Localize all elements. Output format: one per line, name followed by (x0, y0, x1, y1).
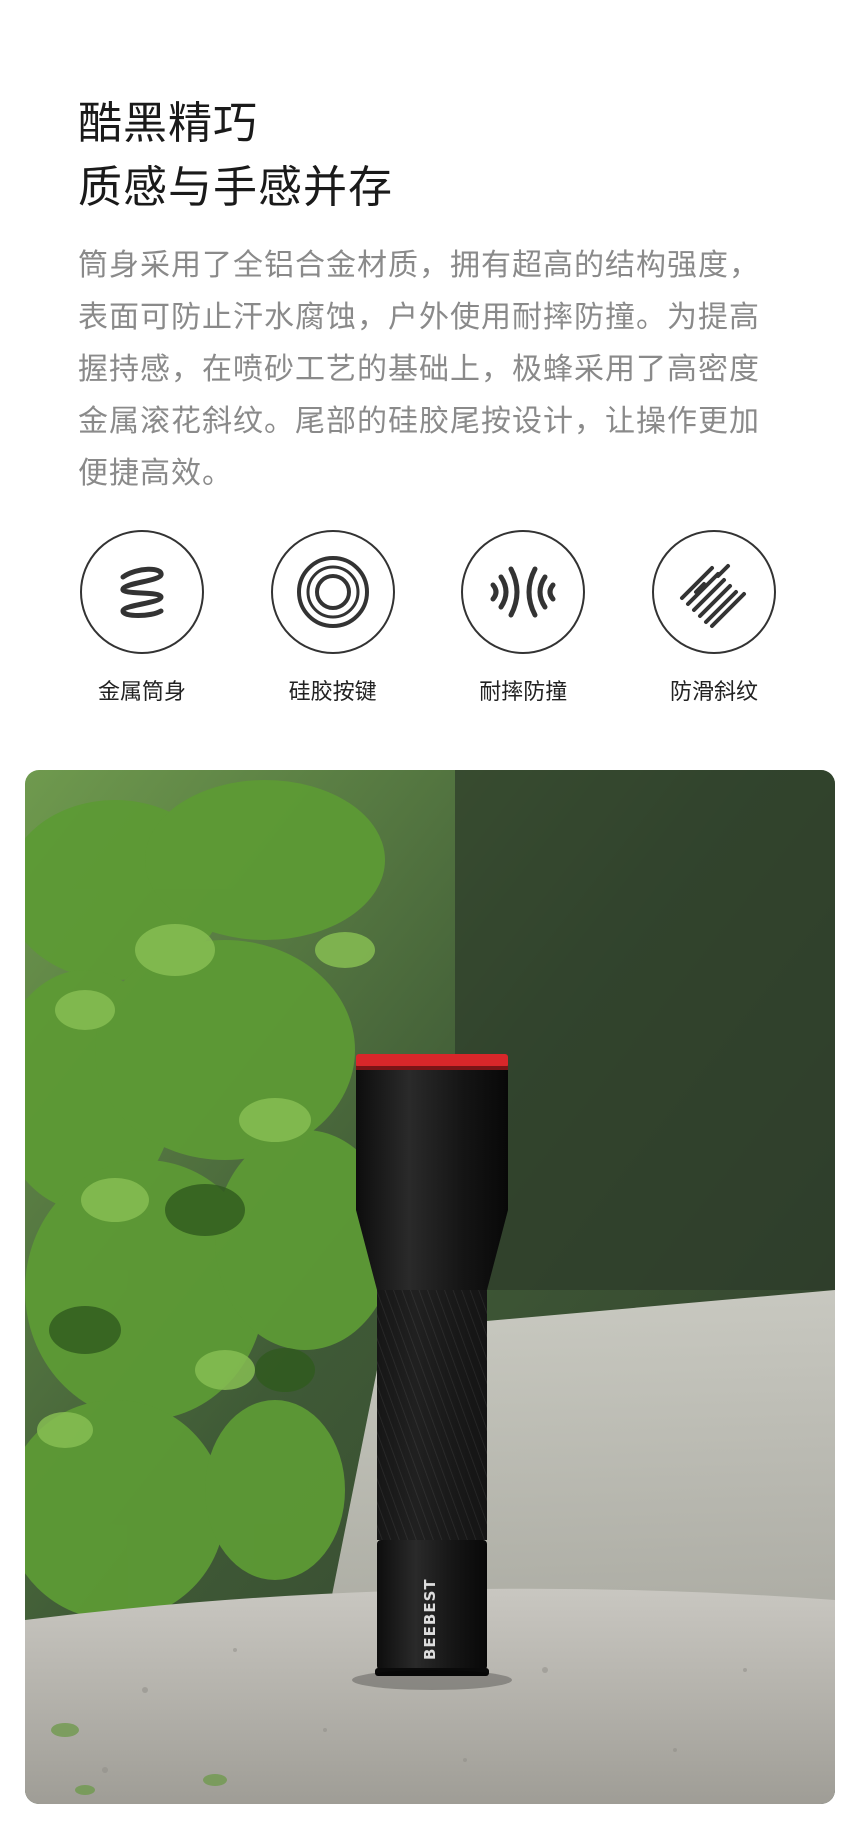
flashlight-scene-illustration: BEEBEST (25, 770, 835, 1804)
feature-list: 金属筒身 硅胶按键 耐摔防撞 防滑斜纹 (78, 530, 778, 706)
headline-line-1: 酷黑精巧 (78, 98, 258, 149)
feature-label: 金属筒身 (97, 680, 186, 705)
feature-shockproof: 耐摔防撞 (459, 530, 587, 706)
product-photo: BEEBEST (25, 770, 835, 1804)
headline: 酷黑精巧 质感与手感并存 (78, 92, 393, 220)
brand-logo: BEEBEST (421, 1578, 439, 1660)
diagonal-knurl-icon (651, 530, 776, 654)
feature-label: 硅胶按键 (288, 680, 377, 705)
feature-silicone-button: 硅胶按键 (269, 530, 397, 706)
shock-waves-icon (461, 530, 586, 654)
headline-line-2: 质感与手感并存 (78, 162, 393, 213)
feature-label: 耐摔防撞 (479, 680, 568, 705)
feature-label: 防滑斜纹 (669, 680, 758, 705)
concentric-rings-icon (270, 530, 395, 654)
feature-metal-body: 金属筒身 (78, 530, 206, 706)
feature-anti-slip: 防滑斜纹 (650, 530, 778, 706)
description-paragraph: 筒身采用了全铝合金材质，拥有超高的结构强度，表面可防止汗水腐蚀，户外使用耐摔防撞… (78, 248, 760, 491)
spring-coil-icon (80, 530, 204, 654)
